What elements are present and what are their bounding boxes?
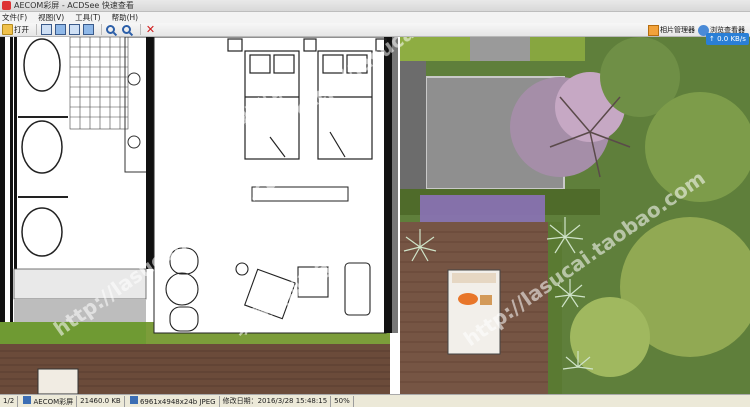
fullscreen-icon <box>83 24 94 35</box>
zoom-in-button[interactable] <box>106 24 115 36</box>
zoom-out-icon <box>122 25 131 34</box>
next-image-icon <box>55 24 66 35</box>
status-image-info: 6961x4948x24b JPEG <box>125 395 220 407</box>
menu-bar: 文件(F) 视图(V) 工具(T) 帮助(H) <box>0 12 750 23</box>
zoom-in-icon <box>106 25 115 34</box>
menu-help[interactable]: 帮助(H) <box>112 12 139 23</box>
photo-manager-label: 相片管理器 <box>660 26 695 34</box>
toolbar: 打开 ✕ 相片管理器 浏览查看器 <box>0 23 750 37</box>
image-info-icon <box>129 395 138 404</box>
file-type-icon <box>23 395 32 404</box>
next-button[interactable] <box>55 24 66 36</box>
tile-grid <box>69 37 129 130</box>
toolbar-separator <box>36 24 37 35</box>
fullscreen-button[interactable] <box>83 24 94 36</box>
fit-window-icon <box>69 24 80 35</box>
image-canvas[interactable]: http://lasucai.taobao.com http://lasucai… <box>0 37 750 394</box>
acdsee-app-icon <box>2 1 11 10</box>
open-label: 打开 <box>14 25 29 34</box>
menu-file[interactable]: 文件(F) <box>2 12 27 23</box>
status-filename-text: AECOM彩屏 <box>33 397 74 406</box>
window-title: AECOM彩屏 - ACDSee 快速查看 <box>14 1 134 10</box>
photo-manager-icon <box>648 24 659 36</box>
landscape-plan-image: http://lasucai.taobao.com http://lasucai… <box>0 37 750 394</box>
menu-tools[interactable]: 工具(T) <box>75 12 100 23</box>
photo-manager-button[interactable]: 相片管理器 <box>648 24 695 36</box>
status-bar: 1/2 AECOM彩屏 21460.0 KB 6961x4948x24b JPE… <box>0 394 750 407</box>
menu-view[interactable]: 视图(V) <box>38 12 64 23</box>
title-bar: AECOM彩屏 - ACDSee 快速查看 <box>0 0 750 12</box>
open-button[interactable]: 打开 <box>2 24 29 36</box>
zoom-out-button[interactable] <box>122 24 131 36</box>
status-page: 1/2 <box>0 395 19 407</box>
previous-button[interactable] <box>41 24 52 36</box>
fit-button[interactable] <box>69 24 80 36</box>
status-filename: AECOM彩屏 <box>18 395 78 407</box>
previous-image-icon <box>41 24 52 35</box>
status-filesize: 21460.0 KB <box>77 395 125 407</box>
status-image-info-text: 6961x4948x24b JPEG <box>139 397 216 406</box>
toolbar-separator <box>140 24 141 35</box>
network-speed-badge: ↑ 0.0 KB/s <box>706 33 749 45</box>
toolbar-separator <box>101 24 102 35</box>
delete-button[interactable]: ✕ <box>145 24 156 36</box>
status-zoom: 50% <box>331 395 354 407</box>
status-modified: 修改日期：2016/3/28 15:48:15 <box>220 395 332 407</box>
folder-icon <box>2 24 13 35</box>
delete-x-icon: ✕ <box>145 23 156 36</box>
